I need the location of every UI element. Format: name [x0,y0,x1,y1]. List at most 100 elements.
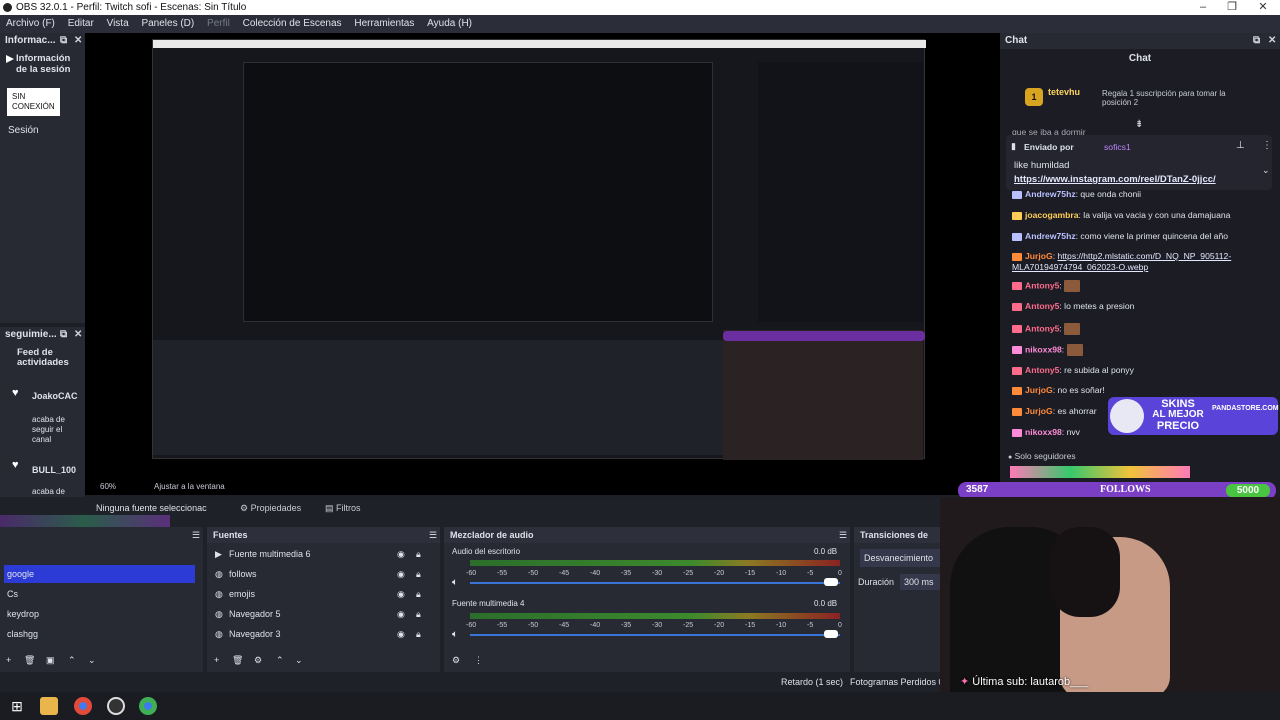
chevron-up-icon[interactable]: ⌃ [276,653,284,667]
more-options-icon[interactable]: ⋮ [1262,140,1272,151]
trash-icon[interactable]: 🗑 [24,653,35,667]
expand-arrow-icon[interactable] [6,55,14,63]
meter-tick: -10 [776,570,787,577]
chat-username[interactable]: Antony5 [1025,323,1059,333]
close-window-icon[interactable]: ✕ [1250,0,1276,15]
undock-icon[interactable]: ⧉ [60,33,67,49]
menu-perfil[interactable]: Perfil [207,18,230,29]
volume-slider[interactable] [470,634,840,636]
add-icon[interactable]: + [6,653,11,667]
pin-icon[interactable]: ⊥ [1236,140,1245,151]
scene-item[interactable]: keydrop [7,607,39,621]
chat-username[interactable]: Andrew75hz [1025,231,1076,241]
source-item[interactable]: follows [229,567,257,581]
speaker-icon[interactable]: 🔈︎ [452,576,458,590]
lock-icon[interactable]: 🔒︎ [416,547,421,561]
chat-username[interactable]: JurjoG [1025,406,1053,416]
menu-vista[interactable]: Vista [107,18,129,29]
menu-ayuda[interactable]: Ayuda (H) [427,18,472,29]
volume-slider-handle[interactable] [824,630,838,638]
lock-icon[interactable]: 🔒︎ [416,627,421,641]
browser-source-icon: ◍ [215,569,223,579]
visibility-eye-icon[interactable]: ◉ [397,627,405,641]
chevron-up-icon[interactable]: ⌃ [68,653,76,667]
chat-username[interactable]: Antony5 [1025,365,1059,375]
pinned-sub-user[interactable]: tetevhu [1048,87,1080,97]
minimize-icon[interactable]: – [1190,0,1216,15]
scene-item[interactable]: google [7,567,34,581]
undock-icon[interactable]: ⧉ [60,327,67,343]
panel-menu-icon[interactable]: ☰ [192,530,200,541]
nested-preview [243,62,713,322]
pinned-link[interactable]: https://www.instagram.com/reel/DTanZ-0jj… [1014,174,1216,185]
speaker-icon[interactable]: 🔈︎ [452,628,458,642]
zoom-fit[interactable]: Ajustar a la ventana [154,482,225,491]
add-icon[interactable]: + [214,653,219,667]
visibility-eye-icon[interactable]: ◉ [397,587,405,601]
chat-username[interactable]: Antony5 [1025,301,1059,311]
close-dock-icon[interactable]: ✕ [74,33,82,49]
collapse-icon[interactable]: ⇟ [1135,119,1143,130]
menu-editar[interactable]: Editar [68,18,94,29]
transition-select[interactable]: Desvanecimiento [860,549,944,567]
source-item[interactable]: Fuente multimedia 6 [229,547,311,561]
menu-herramientas[interactable]: Herramientas [354,18,414,29]
obs-icon[interactable] [107,697,125,715]
source-item[interactable]: emojis [229,587,255,601]
file-explorer-icon[interactable] [40,697,58,715]
maximize-icon[interactable]: ❐ [1219,0,1245,15]
volume-slider-handle[interactable] [824,578,838,586]
chat-username[interactable]: joacogambra [1025,210,1079,220]
zoom-level[interactable]: 60% [100,482,116,491]
chat-username[interactable]: JurjoG [1025,251,1053,261]
gear-icon[interactable]: ⚙ [254,653,262,667]
mixer-settings-icon[interactable]: ⚙ [452,653,460,667]
program-preview[interactable] [85,33,1000,495]
menu-archivo[interactable]: Archivo (F) [6,18,55,29]
channel-name: Audio del escritorio [452,547,521,556]
chevron-down-icon[interactable]: ⌄ [295,653,303,667]
duration-input[interactable]: 300 ms [900,574,944,590]
chrome-profile-icon[interactable] [139,697,157,715]
menu-paneles[interactable]: Paneles (D) [141,18,194,29]
panel-menu-icon[interactable]: ☰ [839,530,847,541]
chat-username[interactable]: Antony5 [1025,280,1059,290]
visibility-eye-icon[interactable]: ◉ [397,607,405,621]
panel-menu-icon[interactable]: ☰ [429,530,437,541]
chat-link-cont[interactable]: MLA70194974794_062023-O.webp [1012,262,1231,273]
filter-icon[interactable]: ▣ [46,653,55,667]
chat-username[interactable]: JurjoG [1025,385,1053,395]
properties-button[interactable]: ⚙ Propiedades [240,503,301,514]
menu-coleccion[interactable]: Colección de Escenas [243,18,342,29]
source-item[interactable]: Navegador 5 [229,607,281,621]
lock-icon[interactable]: 🔒︎ [416,607,421,621]
undock-icon[interactable]: ⧉ [1253,33,1260,49]
chat-username[interactable]: Andrew75hz [1025,189,1076,199]
volume-slider[interactable] [470,582,840,584]
chat-text[interactable]: https://http2.mlstatic.com/D_NQ_NP_90511… [1057,251,1231,261]
source-item[interactable]: Navegador 3 [229,627,281,641]
chevron-down-icon[interactable]: ⌄ [88,653,96,667]
close-dock-icon[interactable]: ✕ [1268,33,1276,49]
status-dropped: Fotogramas Perdidos 0 [850,677,942,687]
meter-tick: -35 [621,570,632,577]
chat-username[interactable]: nikoxx98 [1025,344,1062,354]
visibility-eye-icon[interactable]: ◉ [397,547,405,561]
chrome-icon[interactable] [74,697,92,715]
lock-icon[interactable]: 🔒︎ [416,587,421,601]
lock-icon[interactable]: 🔒︎ [416,567,421,581]
pinned-user[interactable]: sofics1 [1104,142,1131,152]
close-dock-icon[interactable]: ✕ [74,327,82,343]
filters-button[interactable]: ▤ Filtros [325,503,361,514]
activity-user: JoakoCAC [32,391,78,401]
windows-start-icon[interactable]: ⊞ [8,697,26,715]
chevron-down-icon[interactable]: ⌄ [1262,165,1270,176]
scene-item[interactable]: clashgg [7,627,38,641]
trash-icon[interactable]: 🗑 [232,653,243,667]
more-options-icon[interactable]: ⋮ [474,653,483,667]
visibility-eye-icon[interactable]: ◉ [397,567,405,581]
scene-item[interactable]: Cs [7,587,18,601]
user-badge-icon [1012,190,1022,199]
properties-label: Propiedades [250,503,302,513]
chat-username[interactable]: nikoxx98 [1025,427,1062,437]
